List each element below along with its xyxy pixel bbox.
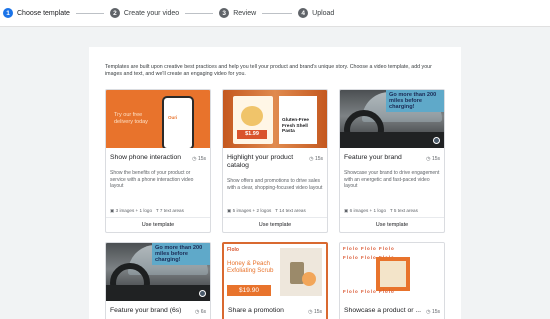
promo-price: $19.90: [227, 285, 271, 296]
template-thumbnail: Go more than 200 miles before charging!: [340, 90, 444, 148]
card-divider: [106, 217, 210, 218]
template-card-phone-interaction[interactable]: Try our free delivery today Ouri Show ph…: [105, 89, 211, 233]
card-description: Show offers and promotions to drive sale…: [227, 178, 323, 191]
promo-banner: Go more than 200 miles before charging!: [386, 90, 444, 112]
thumbnail-text: Try our free delivery today: [114, 112, 148, 125]
step-review[interactable]: 3 Review: [219, 8, 256, 18]
timer-icon: ◷: [308, 309, 313, 315]
image-icon: ▣: [227, 208, 232, 213]
use-template-button[interactable]: Use template: [223, 222, 327, 228]
card-divider: [223, 217, 327, 218]
pasta-illustration: [241, 106, 263, 126]
image-icon: ▣: [344, 208, 349, 213]
text-icon: T: [155, 208, 159, 213]
brand-pattern: Flolo Flolo Flolo: [343, 246, 395, 251]
template-thumbnail: Flolo Flolo Flolo Flolo Flolo Flolo Flol…: [340, 243, 444, 301]
step-choose-template[interactable]: 1 Choose template: [3, 8, 70, 18]
template-thumbnail: Go more than 200 miles before charging!: [106, 243, 210, 301]
card-duration: ◷ 15s: [309, 156, 323, 162]
brand-pattern: Flolo Flolo Flolo: [343, 289, 395, 294]
card-description: Show the benefits of your product or ser…: [110, 170, 194, 190]
intro-text: Templates are built upon creative best p…: [105, 64, 432, 77]
template-thumbnail: Try our free delivery today Ouri: [106, 90, 210, 148]
template-card-feature-brand-6s[interactable]: Go more than 200 miles before charging! …: [105, 242, 211, 319]
use-template-button[interactable]: Use template: [106, 222, 210, 228]
step-number: 2: [109, 8, 120, 18]
card-title: Feature your brand: [344, 154, 402, 161]
peach-illustration: [302, 272, 316, 286]
phone-illustration: Ouri: [162, 96, 194, 148]
product-photo: [380, 261, 406, 287]
timer-icon: ◷: [309, 156, 314, 162]
card-duration: ◷ 15s: [192, 156, 206, 162]
timer-icon: ◷: [192, 156, 197, 162]
card-title: Showcase a product or ...: [344, 307, 422, 314]
card-title: Show phone interaction: [110, 154, 182, 161]
promo-product-name: Honey & Peach Exfoliating Scrub: [227, 260, 274, 274]
template-thumbnail: Flolo Honey & Peach Exfoliating Scrub $1…: [224, 244, 326, 302]
step-upload[interactable]: 4 Upload: [298, 8, 334, 18]
card-title: Feature your brand (6s): [110, 307, 182, 314]
template-card-product-catalog[interactable]: $1.99 Gluten-Free Fresh Shell Pasta High…: [222, 89, 328, 233]
price-tag: $1.99: [237, 130, 267, 139]
card-title: Share a promotion: [228, 307, 284, 314]
step-number: 1: [3, 8, 13, 18]
product-image: $1.99: [233, 96, 273, 144]
product-frame: [376, 257, 410, 291]
step-label: Choose template: [17, 9, 70, 17]
timer-icon: ◷: [194, 309, 200, 315]
card-duration: ◷ 15s: [308, 309, 322, 315]
card-title: Highlight your product catalog: [227, 154, 294, 169]
template-panel: Templates are built upon creative best p…: [89, 47, 461, 319]
step-number: 3: [219, 8, 230, 18]
step-label: Review: [233, 9, 257, 17]
template-thumbnail: $1.99 Gluten-Free Fresh Shell Pasta: [223, 90, 327, 148]
text-icon: T: [389, 208, 393, 213]
dashboard: [106, 285, 210, 301]
template-card-showcase-product[interactable]: Flolo Flolo Flolo Flolo Flolo Flolo Flol…: [339, 242, 445, 319]
card-description: Showcase your brand to drive engagement …: [344, 170, 440, 190]
brand-logo: Flolo: [227, 247, 239, 253]
card-duration: ◷ 15s: [426, 156, 440, 162]
text-icon: T: [275, 208, 278, 213]
card-divider: [340, 217, 444, 218]
step-label: Upload: [312, 9, 335, 17]
product-photo: [280, 248, 322, 296]
dashboard: [340, 132, 444, 148]
image-icon: ▣: [110, 208, 115, 213]
phone-brand-label: Ouri: [168, 115, 178, 120]
progress-stepper: 1 Choose template 2 Create your video 3 …: [0, 0, 550, 27]
template-card-feature-brand[interactable]: Go more than 200 miles before charging! …: [339, 89, 445, 233]
promo-banner: Go more than 200 miles before charging!: [152, 243, 210, 265]
use-template-button[interactable]: Use template: [340, 222, 444, 228]
card-duration: ◷ 15s: [426, 309, 440, 315]
step-connector: [75, 12, 104, 14]
product-info-panel: Gluten-Free Fresh Shell Pasta: [279, 96, 317, 144]
step-number: 4: [298, 8, 309, 18]
step-label: Create your video: [123, 9, 180, 17]
step-create-video[interactable]: 2 Create your video: [109, 8, 180, 18]
card-meta: ▣ 5 images + 2 logos T 14 text areas: [227, 208, 306, 213]
card-meta: ▣ 3 images + 1 logo T 7 text areas: [110, 208, 184, 213]
brand-logo-icon: [433, 137, 440, 144]
card-meta: ▣ 6 images + 1 logo T 5 text areas: [344, 208, 418, 213]
product-name: Gluten-Free Fresh Shell Pasta: [282, 118, 309, 135]
step-connector: [262, 12, 293, 14]
card-duration: ◷ 6s: [194, 309, 206, 315]
template-card-share-promotion[interactable]: Flolo Honey & Peach Exfoliating Scrub $1…: [222, 242, 328, 319]
step-connector: [185, 12, 214, 14]
timer-icon: ◷: [426, 156, 431, 162]
timer-icon: ◷: [426, 309, 431, 315]
brand-logo-icon: [199, 290, 206, 297]
